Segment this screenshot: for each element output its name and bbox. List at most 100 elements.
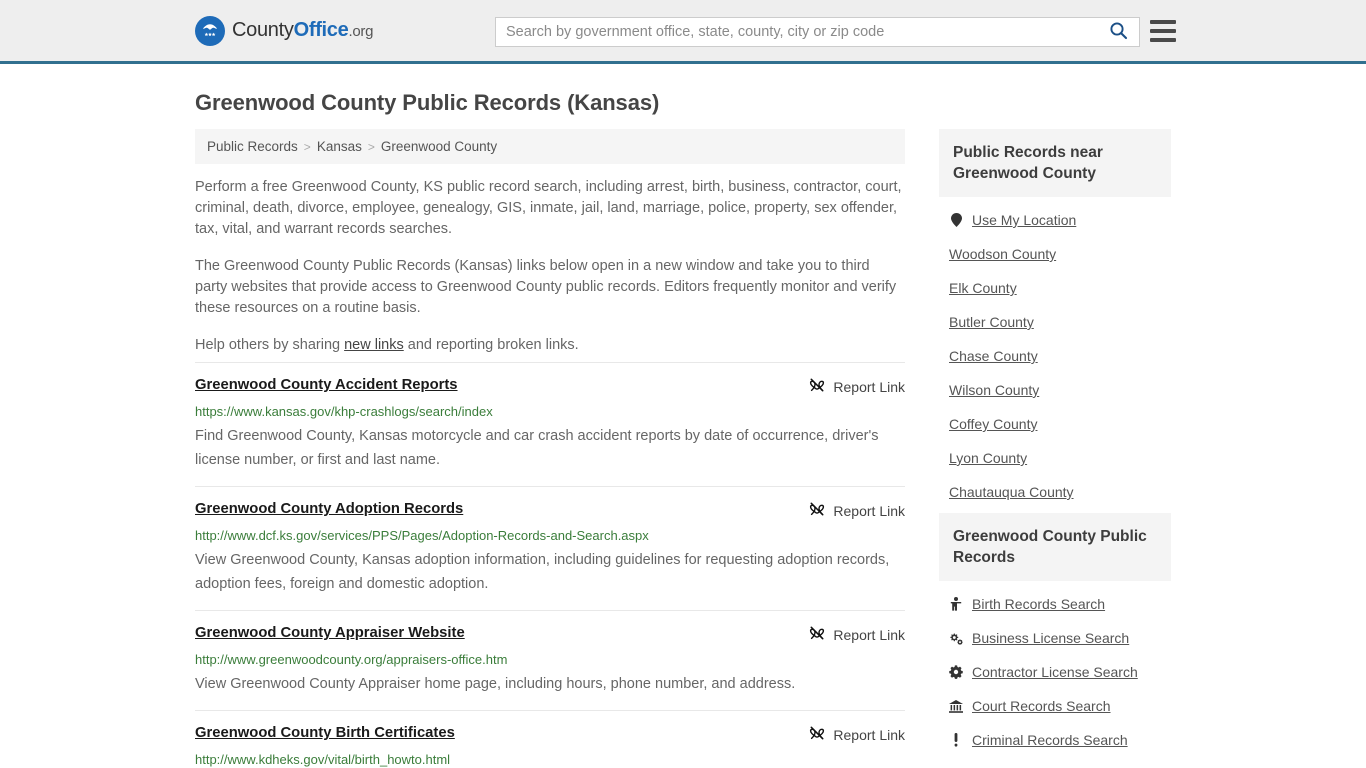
record-header: Greenwood County Birth Certificates Repo…	[195, 725, 905, 744]
page-container: Greenwood County Public Records (Kansas)…	[0, 90, 1366, 768]
breadcrumb-item-greenwood-county: Greenwood County	[380, 139, 498, 154]
broken-link-icon	[809, 377, 825, 396]
sidebar-link-label[interactable]: Butler County	[949, 314, 1034, 330]
content-layout: Public Records > Kansas > Greenwood Coun…	[195, 129, 1171, 768]
sidebar-item-criminal-records-search[interactable]: Criminal Records Search	[939, 723, 1171, 757]
search-button[interactable]	[1097, 18, 1139, 46]
sidebar-link-label[interactable]: Criminal Records Search	[972, 732, 1128, 748]
site-logo[interactable]: CountyOffice.org	[195, 15, 374, 46]
breadcrumb-item-kansas[interactable]: Kansas	[317, 139, 362, 154]
main-column: Public Records > Kansas > Greenwood Coun…	[195, 129, 905, 768]
record-item: Greenwood County Accident Reports Report…	[195, 362, 905, 486]
search-icon	[1109, 21, 1128, 43]
county-records-heading: Greenwood County Public Records	[939, 513, 1171, 581]
baby-icon	[949, 597, 963, 611]
sidebar-item-lyon-county[interactable]: Lyon County	[939, 441, 1171, 475]
site-header: CountyOffice.org	[0, 0, 1366, 64]
breadcrumb-separator-2: >	[367, 139, 375, 154]
hamburger-bar-2	[1150, 29, 1176, 33]
logo-text-org: .org	[348, 23, 374, 40]
sidebar-item-elk-county[interactable]: Elk County	[939, 271, 1171, 305]
report-link-button[interactable]: Report Link	[797, 625, 905, 644]
sidebar-item-business-license-search[interactable]: Business License Search	[939, 621, 1171, 655]
sidebar-link-label[interactable]: Chase County	[949, 348, 1038, 364]
report-link-label: Report Link	[833, 626, 905, 643]
record-url: http://www.greenwoodcounty.org/appraiser…	[195, 652, 508, 667]
sidebar-link-label[interactable]: Lyon County	[949, 450, 1027, 466]
record-title-link[interactable]: Greenwood County Appraiser Website	[195, 625, 465, 641]
record-header: Greenwood County Adoption Records Report…	[195, 501, 905, 520]
sidebar-item-court-records-search[interactable]: Court Records Search	[939, 689, 1171, 723]
sidebar-link-label[interactable]: Coffey County	[949, 416, 1037, 432]
intro-paragraph-1: Perform a free Greenwood County, KS publ…	[195, 179, 902, 237]
broken-link-icon	[809, 501, 825, 520]
new-links-link[interactable]: new links	[344, 337, 404, 353]
map-pin-icon	[949, 213, 963, 227]
report-link-label: Report Link	[833, 378, 905, 395]
cogs-icon	[949, 632, 963, 645]
nearby-records-heading: Public Records near Greenwood County	[939, 129, 1171, 197]
record-item: Greenwood County Birth Certificates Repo…	[195, 710, 905, 768]
sidebar-item-contractor-license-search[interactable]: Contractor License Search	[939, 655, 1171, 689]
record-header: Greenwood County Appraiser Website Repor…	[195, 625, 905, 644]
breadcrumb-item-public-records[interactable]: Public Records	[207, 139, 298, 154]
fingerprint-icon	[949, 733, 963, 747]
hamburger-bar-3	[1150, 38, 1176, 42]
county-records-panel: Greenwood County Public Records Birth Re…	[939, 513, 1171, 757]
intro-section: Perform a free Greenwood County, KS publ…	[195, 164, 905, 356]
bank-icon	[949, 699, 963, 713]
sidebar-link-label[interactable]: Use My Location	[972, 212, 1076, 228]
sidebar-item-coffey-county[interactable]: Coffey County	[939, 407, 1171, 441]
search-input[interactable]	[496, 18, 1097, 46]
sidebar-item-chautauqua-county[interactable]: Chautauqua County	[939, 475, 1171, 509]
sidebar-item-use-my-location[interactable]: Use My Location	[939, 203, 1171, 237]
sidebar-item-woodson-county[interactable]: Woodson County	[939, 237, 1171, 271]
sidebar-link-label[interactable]: Court Records Search	[972, 698, 1111, 714]
logo-text-office: Office	[293, 19, 349, 41]
report-link-button[interactable]: Report Link	[797, 501, 905, 520]
sidebar-item-butler-county[interactable]: Butler County	[939, 305, 1171, 339]
cog-icon	[949, 665, 963, 679]
search-bar	[495, 17, 1140, 47]
county-records-list: Birth Records Search Business License Se…	[939, 581, 1171, 757]
hamburger-bar-1	[1150, 20, 1176, 24]
help-suffix-text: and reporting broken links.	[403, 337, 579, 353]
page-title: Greenwood County Public Records (Kansas)	[195, 90, 660, 115]
record-title-link[interactable]: Greenwood County Adoption Records	[195, 501, 463, 517]
breadcrumb: Public Records > Kansas > Greenwood Coun…	[195, 129, 905, 164]
intro-paragraph-2: The Greenwood County Public Records (Kan…	[195, 258, 897, 316]
record-description: View Greenwood County, Kansas adoption i…	[195, 552, 890, 592]
record-title-link[interactable]: Greenwood County Birth Certificates	[195, 725, 455, 741]
help-prefix-text: Help others by sharing	[195, 337, 345, 353]
sidebar-item-chase-county[interactable]: Chase County	[939, 339, 1171, 373]
sidebar-link-label[interactable]: Elk County	[949, 280, 1017, 296]
sidebar: Public Records near Greenwood County Use…	[939, 129, 1171, 761]
sidebar-item-birth-records-search[interactable]: Birth Records Search	[939, 587, 1171, 621]
sidebar-link-label[interactable]: Business License Search	[972, 630, 1129, 646]
record-url: https://www.kansas.gov/khp-crashlogs/sea…	[195, 404, 493, 419]
hamburger-menu-button[interactable]	[1150, 20, 1176, 42]
sidebar-item-wilson-county[interactable]: Wilson County	[939, 373, 1171, 407]
nearby-records-list: Use My Location Woodson County Elk Count…	[939, 197, 1171, 509]
report-link-label: Report Link	[833, 502, 905, 519]
record-title-link[interactable]: Greenwood County Accident Reports	[195, 377, 458, 393]
broken-link-icon	[809, 725, 825, 744]
intro-help-line: Help others by sharing new links and rep…	[195, 335, 905, 356]
report-link-button[interactable]: Report Link	[797, 377, 905, 396]
logo-text-county: County	[232, 19, 294, 41]
record-description: Find Greenwood County, Kansas motorcycle…	[195, 428, 879, 468]
record-item: Greenwood County Appraiser Website Repor…	[195, 610, 905, 710]
report-link-button[interactable]: Report Link	[797, 725, 905, 744]
record-url: http://www.dcf.ks.gov/services/PPS/Pages…	[195, 528, 649, 543]
sidebar-link-label[interactable]: Chautauqua County	[949, 484, 1074, 500]
sidebar-link-label[interactable]: Birth Records Search	[972, 596, 1105, 612]
record-description: View Greenwood County Appraiser home pag…	[195, 676, 796, 692]
sidebar-link-label[interactable]: Contractor License Search	[972, 664, 1138, 680]
sidebar-link-label[interactable]: Woodson County	[949, 246, 1056, 262]
broken-link-icon	[809, 625, 825, 644]
nearby-records-panel: Public Records near Greenwood County Use…	[939, 129, 1171, 509]
record-header: Greenwood County Accident Reports Report…	[195, 377, 905, 396]
sidebar-link-label[interactable]: Wilson County	[949, 382, 1039, 398]
report-link-label: Report Link	[833, 726, 905, 743]
record-item: Greenwood County Adoption Records Report…	[195, 486, 905, 610]
